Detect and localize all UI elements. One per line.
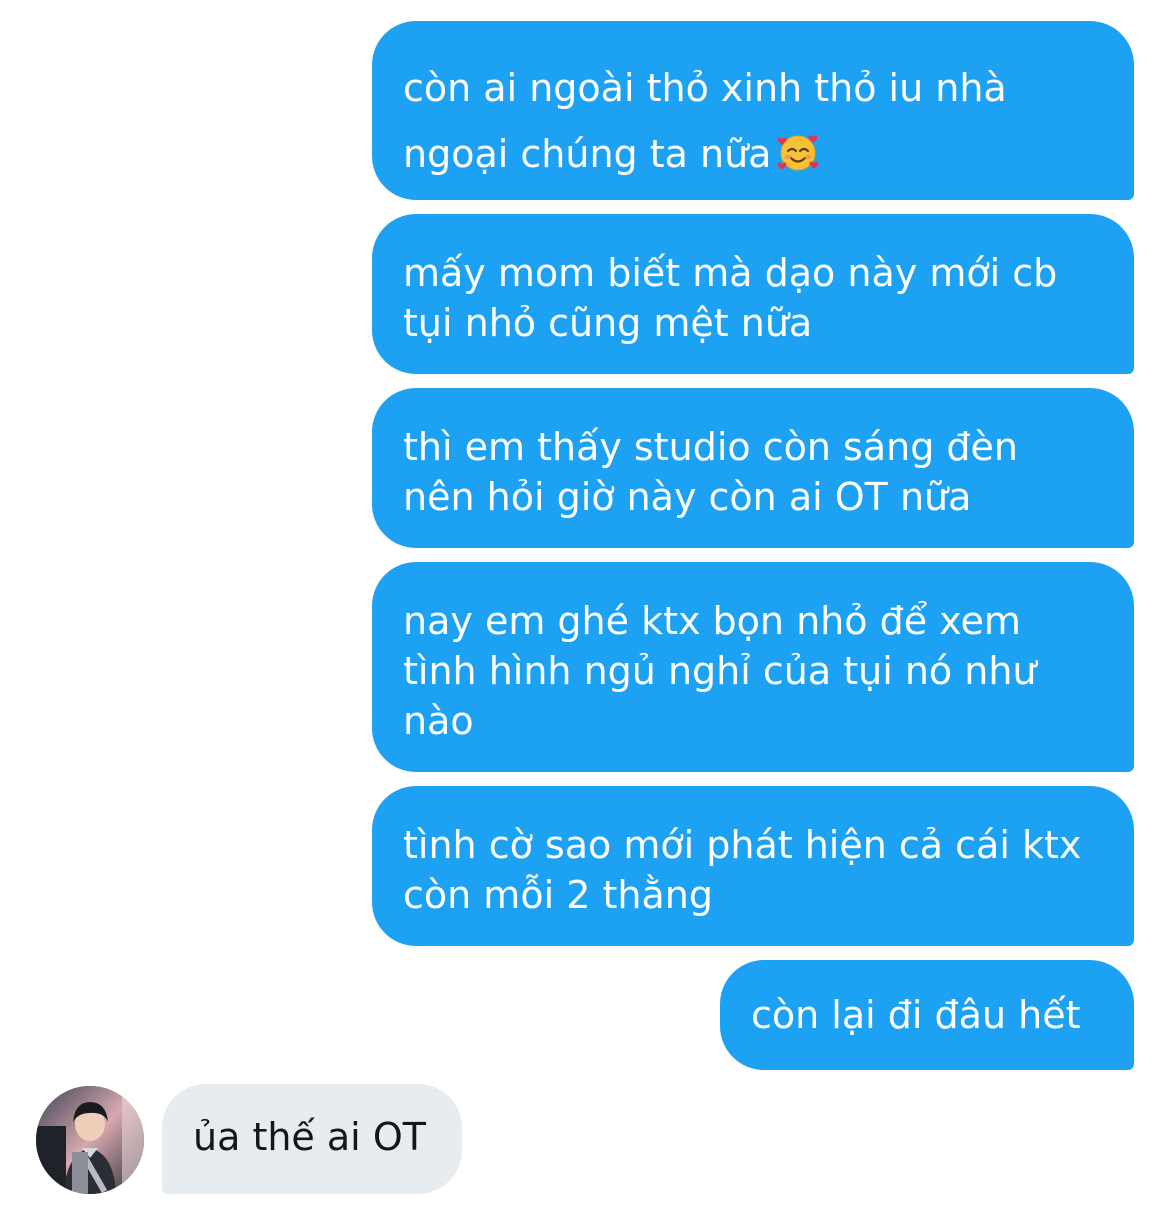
message-line: nay em ghé ktx bọn nhỏ để xem bbox=[403, 599, 1021, 643]
message-line: còn lại đi đâu hết bbox=[751, 993, 1081, 1037]
sent-message-bubble[interactable]: nay em ghé ktx bọn nhỏ để xem tình hình … bbox=[372, 562, 1134, 772]
smiling-face-with-hearts-icon bbox=[777, 135, 819, 171]
message-line: nào bbox=[403, 699, 474, 743]
message-thread: còn ai ngoài thỏ xinh thỏ iu nhà ngoại c… bbox=[0, 0, 1170, 1208]
message-line: mấy mom biết mà dạo này mới cb bbox=[403, 251, 1058, 295]
message-line-text: ngoại chúng ta nữa bbox=[403, 132, 772, 176]
message-line: tụi nhỏ cũng mệt nữa bbox=[403, 301, 813, 345]
message-line: tình hình ngủ nghỉ của tụi nó như bbox=[403, 649, 1037, 693]
sent-message-bubble[interactable]: tình cờ sao mới phát hiện cả cái ktx còn… bbox=[372, 786, 1134, 946]
sent-message-bubble[interactable]: thì em thấy studio còn sáng đèn nên hỏi … bbox=[372, 388, 1134, 548]
message-line: thì em thấy studio còn sáng đèn bbox=[403, 425, 1018, 469]
avatar[interactable] bbox=[36, 1086, 144, 1194]
message-text: ủa thế ai OT bbox=[193, 1115, 426, 1159]
message-line: nên hỏi giờ này còn ai OT nữa bbox=[403, 475, 972, 519]
message-line: tình cờ sao mới phát hiện cả cái ktx bbox=[403, 823, 1082, 867]
sent-message-bubble[interactable]: mấy mom biết mà dạo này mới cb tụi nhỏ c… bbox=[372, 214, 1134, 374]
sent-message-bubble[interactable]: còn lại đi đâu hết bbox=[720, 960, 1134, 1070]
sent-message-bubble[interactable]: còn ai ngoài thỏ xinh thỏ iu nhà ngoại c… bbox=[372, 21, 1134, 200]
message-line: còn mỗi 2 thằng bbox=[403, 873, 713, 917]
avatar-photo bbox=[36, 1086, 144, 1194]
message-line: ngoại chúng ta nữa bbox=[403, 121, 1104, 187]
message-line: còn ai ngoài thỏ xinh thỏ iu nhà bbox=[403, 66, 1007, 110]
received-message-bubble[interactable]: ủa thế ai OT bbox=[162, 1084, 462, 1194]
